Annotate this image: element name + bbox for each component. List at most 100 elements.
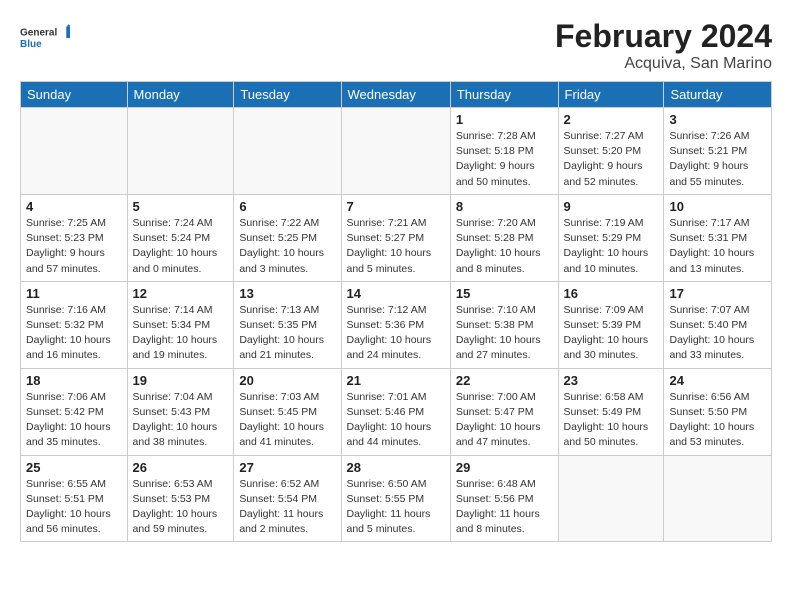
day-number: 10 [669, 199, 766, 214]
day-info: Sunrise: 7:16 AM Sunset: 5:32 PM Dayligh… [26, 303, 122, 364]
calendar-table: Sunday Monday Tuesday Wednesday Thursday… [20, 81, 772, 542]
day-number: 8 [456, 199, 553, 214]
day-info: Sunrise: 6:53 AM Sunset: 5:53 PM Dayligh… [133, 477, 229, 538]
calendar-subtitle: Acquiva, San Marino [555, 55, 772, 73]
day-number: 3 [669, 112, 766, 127]
day-info: Sunrise: 6:52 AM Sunset: 5:54 PM Dayligh… [239, 477, 335, 538]
col-saturday: Saturday [664, 82, 772, 108]
svg-text:Blue: Blue [20, 39, 42, 50]
calendar-cell [664, 455, 772, 542]
svg-text:General: General [20, 28, 57, 39]
col-monday: Monday [127, 82, 234, 108]
calendar-cell [21, 108, 128, 195]
day-info: Sunrise: 6:48 AM Sunset: 5:56 PM Dayligh… [456, 477, 553, 538]
day-info: Sunrise: 7:12 AM Sunset: 5:36 PM Dayligh… [347, 303, 445, 364]
calendar-cell: 11 Sunrise: 7:16 AM Sunset: 5:32 PM Dayli… [21, 281, 128, 368]
day-number: 19 [133, 373, 229, 388]
day-number: 26 [133, 460, 229, 475]
day-number: 5 [133, 199, 229, 214]
col-friday: Friday [558, 82, 664, 108]
calendar-cell: 26 Sunrise: 6:53 AM Sunset: 5:53 PM Dayli… [127, 455, 234, 542]
calendar-cell: 23 Sunrise: 6:58 AM Sunset: 5:49 PM Dayli… [558, 368, 664, 455]
day-number: 21 [347, 373, 445, 388]
calendar-cell [234, 108, 341, 195]
calendar-cell: 17 Sunrise: 7:07 AM Sunset: 5:40 PM Dayli… [664, 281, 772, 368]
calendar-cell: 24 Sunrise: 6:56 AM Sunset: 5:50 PM Dayli… [664, 368, 772, 455]
calendar-cell: 2 Sunrise: 7:27 AM Sunset: 5:20 PM Daylig… [558, 108, 664, 195]
day-number: 17 [669, 286, 766, 301]
day-info: Sunrise: 6:50 AM Sunset: 5:55 PM Dayligh… [347, 477, 445, 538]
calendar-cell: 3 Sunrise: 7:26 AM Sunset: 5:21 PM Daylig… [664, 108, 772, 195]
day-info: Sunrise: 7:26 AM Sunset: 5:21 PM Dayligh… [669, 129, 766, 190]
day-info: Sunrise: 7:21 AM Sunset: 5:27 PM Dayligh… [347, 216, 445, 277]
day-number: 29 [456, 460, 553, 475]
calendar-cell [341, 108, 450, 195]
col-wednesday: Wednesday [341, 82, 450, 108]
day-number: 2 [564, 112, 659, 127]
day-info: Sunrise: 7:28 AM Sunset: 5:18 PM Dayligh… [456, 129, 553, 190]
day-info: Sunrise: 7:07 AM Sunset: 5:40 PM Dayligh… [669, 303, 766, 364]
day-info: Sunrise: 7:20 AM Sunset: 5:28 PM Dayligh… [456, 216, 553, 277]
calendar-cell: 20Sunrise: 7:03 AM Sunset: 5:45 PM Dayli… [234, 368, 341, 455]
calendar-cell: 10 Sunrise: 7:17 AM Sunset: 5:31 PM Dayli… [664, 194, 772, 281]
calendar-cell: 21 Sunrise: 7:01 AM Sunset: 5:46 PM Dayli… [341, 368, 450, 455]
day-info: Sunrise: 7:09 AM Sunset: 5:39 PM Dayligh… [564, 303, 659, 364]
day-info: Sunrise: 7:00 AM Sunset: 5:47 PM Dayligh… [456, 390, 553, 451]
day-number: 4 [26, 199, 122, 214]
calendar-cell [127, 108, 234, 195]
day-number: 27 [239, 460, 335, 475]
calendar-cell: 15Sunrise: 7:10 AM Sunset: 5:38 PM Dayli… [450, 281, 558, 368]
col-thursday: Thursday [450, 82, 558, 108]
calendar-cell: 1 Sunrise: 7:28 AM Sunset: 5:18 PM Daylig… [450, 108, 558, 195]
day-number: 11 [26, 286, 122, 301]
day-info: Sunrise: 7:10 AM Sunset: 5:38 PM Dayligh… [456, 303, 553, 364]
day-info: Sunrise: 7:01 AM Sunset: 5:46 PM Dayligh… [347, 390, 445, 451]
day-number: 23 [564, 373, 659, 388]
calendar-cell: 13 Sunrise: 7:13 AM Sunset: 5:35 PM Dayli… [234, 281, 341, 368]
week-row-5: 25Sunrise: 6:55 AM Sunset: 5:51 PM Dayli… [21, 455, 772, 542]
day-number: 14 [347, 286, 445, 301]
calendar-title: February 2024 [555, 18, 772, 55]
day-info: Sunrise: 7:25 AM Sunset: 5:23 PM Dayligh… [26, 216, 122, 277]
day-info: Sunrise: 7:04 AM Sunset: 5:43 PM Dayligh… [133, 390, 229, 451]
day-info: Sunrise: 6:55 AM Sunset: 5:51 PM Dayligh… [26, 477, 122, 538]
day-info: Sunrise: 7:13 AM Sunset: 5:35 PM Dayligh… [239, 303, 335, 364]
day-number: 28 [347, 460, 445, 475]
calendar-cell: 18Sunrise: 7:06 AM Sunset: 5:42 PM Dayli… [21, 368, 128, 455]
day-number: 1 [456, 112, 553, 127]
calendar-cell: 22 Sunrise: 7:00 AM Sunset: 5:47 PM Dayli… [450, 368, 558, 455]
day-info: Sunrise: 7:17 AM Sunset: 5:31 PM Dayligh… [669, 216, 766, 277]
day-info: Sunrise: 7:03 AM Sunset: 5:45 PM Dayligh… [239, 390, 335, 451]
day-number: 24 [669, 373, 766, 388]
col-tuesday: Tuesday [234, 82, 341, 108]
title-block: February 2024 Acquiva, San Marino [555, 18, 772, 73]
calendar-cell: 19 Sunrise: 7:04 AM Sunset: 5:43 PM Dayli… [127, 368, 234, 455]
calendar-cell: 25Sunrise: 6:55 AM Sunset: 5:51 PM Dayli… [21, 455, 128, 542]
day-number: 12 [133, 286, 229, 301]
week-row-4: 18Sunrise: 7:06 AM Sunset: 5:42 PM Dayli… [21, 368, 772, 455]
day-info: Sunrise: 7:14 AM Sunset: 5:34 PM Dayligh… [133, 303, 229, 364]
day-number: 13 [239, 286, 335, 301]
col-sunday: Sunday [21, 82, 128, 108]
day-info: Sunrise: 6:58 AM Sunset: 5:49 PM Dayligh… [564, 390, 659, 451]
calendar-cell: 27 Sunrise: 6:52 AM Sunset: 5:54 PM Dayli… [234, 455, 341, 542]
day-info: Sunrise: 6:56 AM Sunset: 5:50 PM Dayligh… [669, 390, 766, 451]
day-info: Sunrise: 7:27 AM Sunset: 5:20 PM Dayligh… [564, 129, 659, 190]
header: General Blue February 2024 Acquiva, San … [20, 18, 772, 73]
day-info: Sunrise: 7:24 AM Sunset: 5:24 PM Dayligh… [133, 216, 229, 277]
day-number: 7 [347, 199, 445, 214]
header-row: Sunday Monday Tuesday Wednesday Thursday… [21, 82, 772, 108]
day-number: 6 [239, 199, 335, 214]
day-info: Sunrise: 7:22 AM Sunset: 5:25 PM Dayligh… [239, 216, 335, 277]
day-info: Sunrise: 7:19 AM Sunset: 5:29 PM Dayligh… [564, 216, 659, 277]
day-number: 22 [456, 373, 553, 388]
calendar-cell: 28 Sunrise: 6:50 AM Sunset: 5:55 PM Dayli… [341, 455, 450, 542]
page: General Blue February 2024 Acquiva, San … [0, 0, 792, 552]
logo-svg: General Blue [20, 18, 70, 58]
week-row-3: 11 Sunrise: 7:16 AM Sunset: 5:32 PM Dayli… [21, 281, 772, 368]
logo: General Blue [20, 18, 70, 58]
calendar-cell: 7 Sunrise: 7:21 AM Sunset: 5:27 PM Daylig… [341, 194, 450, 281]
calendar-cell: 5 Sunrise: 7:24 AM Sunset: 5:24 PM Daylig… [127, 194, 234, 281]
calendar-cell: 4 Sunrise: 7:25 AM Sunset: 5:23 PM Daylig… [21, 194, 128, 281]
day-number: 18 [26, 373, 122, 388]
